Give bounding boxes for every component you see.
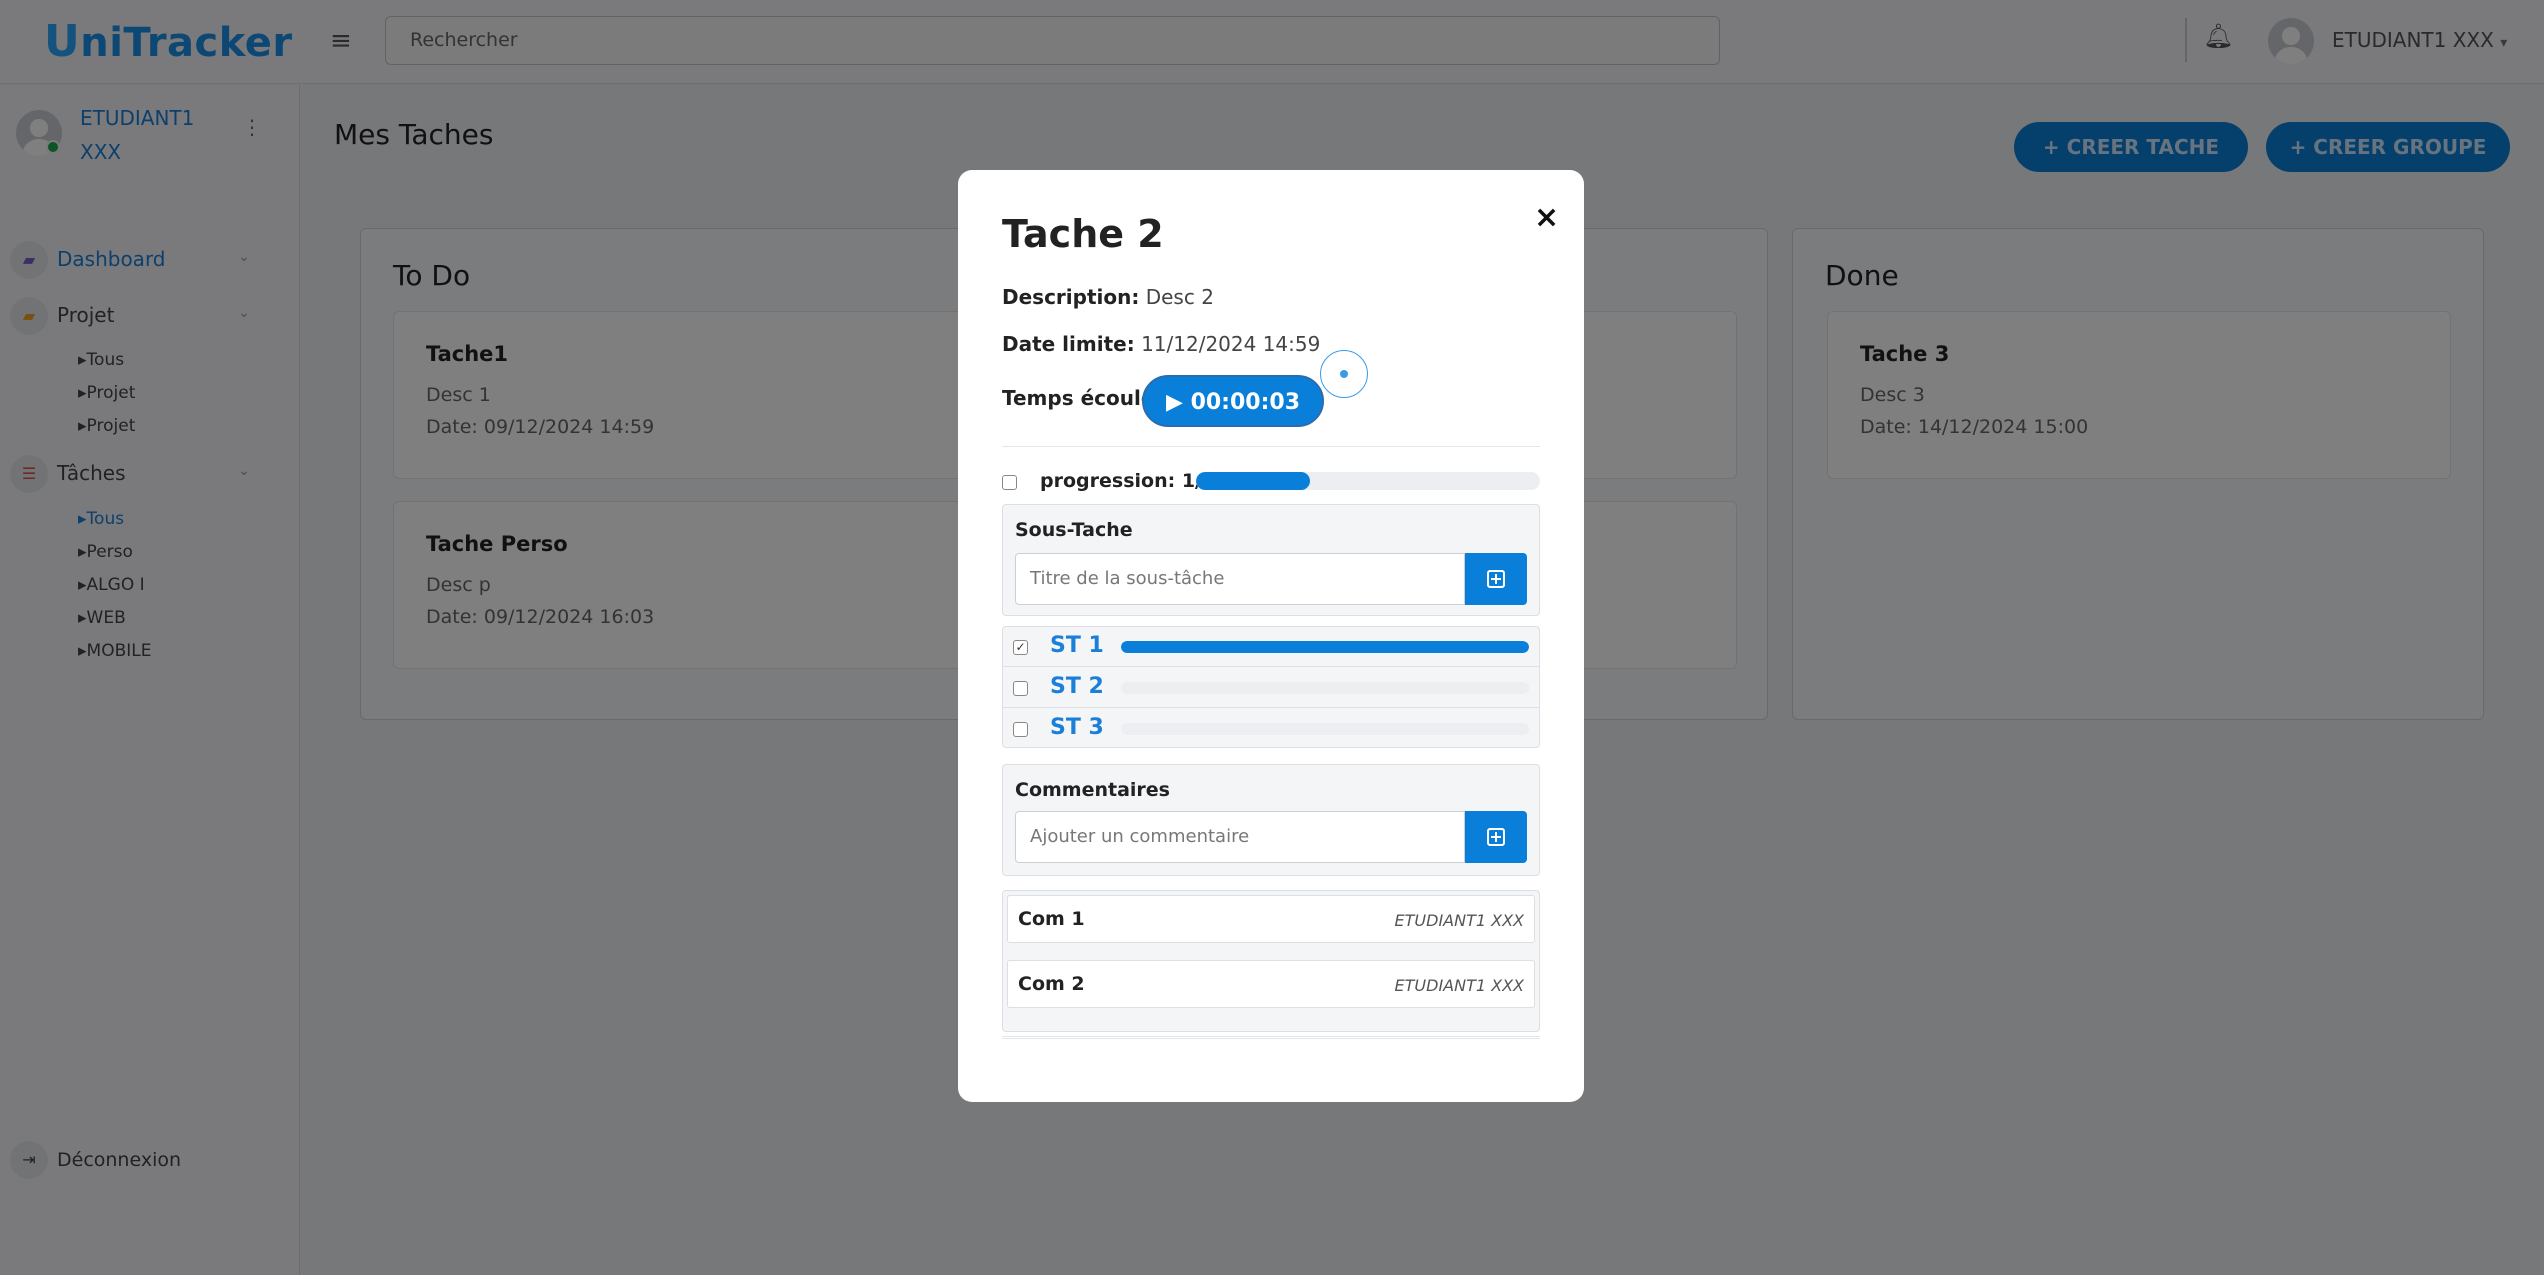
add-comment-button[interactable] <box>1465 811 1527 863</box>
subtask-name[interactable]: ST 2 <box>1050 674 1104 699</box>
comments-title: Commentaires <box>1015 779 1170 801</box>
subtask-input[interactable]: Titre de la sous-tâche <box>1015 553 1465 605</box>
progress-label: progression: 1/3 <box>1040 470 1215 492</box>
comment-author: ETUDIANT1 XXX <box>1394 976 1524 995</box>
task-detail-modal: Tache 2 × Description: Desc 2 Date limit… <box>958 170 1584 1102</box>
description-row: Description: Desc 2 <box>1002 285 1214 309</box>
subtask-progress-bar <box>1121 723 1529 735</box>
subtask-checkbox[interactable] <box>1013 722 1028 737</box>
subtask-name[interactable]: ST 1 <box>1050 633 1104 658</box>
modal-title: Tache 2 <box>1002 212 1164 256</box>
progress-checkbox[interactable] <box>1002 475 1017 490</box>
subtask-name[interactable]: ST 3 <box>1050 715 1104 740</box>
list-item: ST 3 <box>1003 709 1539 749</box>
subtask-list: ✓ ST 1 ST 2 ST 3 <box>1002 626 1540 748</box>
progress-bar <box>1196 472 1540 490</box>
subtask-checkbox[interactable]: ✓ <box>1013 640 1028 655</box>
subtask-checkbox[interactable] <box>1013 681 1028 696</box>
plus-square-icon <box>1487 828 1505 846</box>
divider <box>1002 446 1540 447</box>
list-item: Com 1 ETUDIANT1 XXX <box>1007 895 1535 943</box>
comment-author: ETUDIANT1 XXX <box>1394 911 1524 930</box>
timer-play-button[interactable]: ▶ 00:00:03 <box>1142 375 1324 427</box>
list-item: ✓ ST 1 <box>1003 627 1539 667</box>
comment-text: Com 2 <box>1018 973 1085 995</box>
plus-square-icon <box>1487 570 1505 588</box>
subtask-title: Sous-Tache <box>1015 519 1133 541</box>
comments-panel: Commentaires Ajouter un commentaire <box>1002 764 1540 876</box>
subtask-progress-bar <box>1121 682 1529 694</box>
loading-spinner <box>1320 350 1368 398</box>
subtask-progress-fill <box>1121 641 1529 653</box>
progress-bar-fill <box>1196 472 1310 490</box>
add-subtask-button[interactable] <box>1465 553 1527 605</box>
list-item: ST 2 <box>1003 668 1539 708</box>
list-item: Com 2 ETUDIANT1 XXX <box>1007 960 1535 1008</box>
subtask-progress-bar <box>1121 641 1529 653</box>
play-icon: ▶ <box>1165 390 1183 415</box>
comment-list: Com 1 ETUDIANT1 XXX Com 2 ETUDIANT1 XXX <box>1002 890 1540 1032</box>
deadline-row: Date limite: 11/12/2024 14:59 <box>1002 332 1321 356</box>
comment-input[interactable]: Ajouter un commentaire <box>1015 811 1465 863</box>
comment-text: Com 1 <box>1018 908 1085 930</box>
subtask-panel: Sous-Tache Titre de la sous-tâche <box>1002 504 1540 616</box>
divider <box>1002 1036 1540 1039</box>
close-icon[interactable]: × <box>1534 200 1559 235</box>
